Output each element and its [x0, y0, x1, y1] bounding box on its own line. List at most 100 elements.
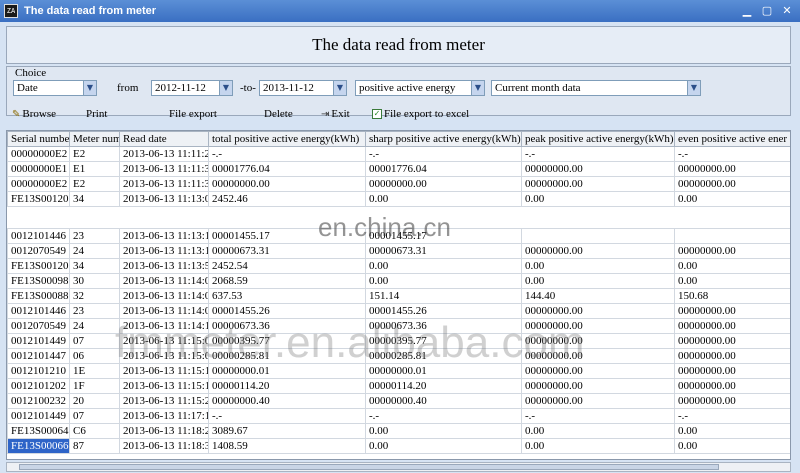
table-cell[interactable]: 0012101446: [7, 303, 70, 319]
table-cell[interactable]: 00000000.00: [674, 333, 790, 349]
table-cell[interactable]: 144.40: [521, 288, 675, 304]
table-cell[interactable]: 00000000.00: [521, 378, 675, 394]
table-cell[interactable]: 2068.59: [208, 273, 366, 289]
table-cell[interactable]: 0012100232: [7, 393, 70, 409]
table-cell[interactable]: 2452.46: [208, 191, 366, 207]
table-cell[interactable]: 00000000.00: [521, 161, 675, 177]
column-header[interactable]: sharp positive active energy(kWh): [365, 131, 522, 147]
table-cell[interactable]: 0.00: [521, 273, 675, 289]
table-cell[interactable]: 2013-06-13 11:15:17: [119, 378, 209, 394]
table-cell[interactable]: -.-: [208, 146, 366, 162]
table-row[interactable]: FE13S00064 C6 2013-06-13 11:18:29 3089.67 0.…: [7, 423, 790, 439]
table-cell[interactable]: 3089.67: [208, 423, 366, 439]
table-cell[interactable]: FE13S00098: [7, 273, 70, 289]
checkbox-icon[interactable]: ✓: [372, 109, 382, 119]
table-cell[interactable]: 637.53: [208, 288, 366, 304]
table-cell[interactable]: 0.00: [365, 438, 522, 454]
table-cell[interactable]: 2013-06-13 11:15:21: [119, 393, 209, 409]
column-header[interactable]: Serial number: [7, 131, 70, 147]
table-cell[interactable]: 00000000.00: [674, 176, 790, 192]
table-cell[interactable]: 2013-06-13 11:13:03: [119, 191, 209, 207]
table-cell[interactable]: 00001455.26: [365, 303, 522, 319]
table-cell[interactable]: 34: [69, 258, 120, 274]
table-cell[interactable]: 00000000.00: [674, 348, 790, 364]
table-cell[interactable]: 2013-06-13 11:11:36: [119, 176, 209, 192]
table-cell[interactable]: 0012101449: [7, 408, 70, 424]
maximize-icon[interactable]: ▢: [758, 3, 776, 19]
table-cell[interactable]: 23: [69, 228, 120, 244]
table-cell[interactable]: FE13S00120: [7, 191, 70, 207]
table-cell[interactable]: 150.68: [674, 288, 790, 304]
table-cell[interactable]: 00000000.00: [521, 176, 675, 192]
table-row[interactable]: 00000000E2 E2 2013-06-13 11:11:36 00000000.…: [7, 176, 790, 192]
table-cell[interactable]: [521, 228, 675, 244]
table-cell[interactable]: 2013-06-13 11:17:10: [119, 408, 209, 424]
table-cell[interactable]: 32: [69, 288, 120, 304]
print-button[interactable]: Print: [86, 108, 107, 120]
exit-button[interactable]: ⇥ Exit: [321, 108, 350, 120]
table-cell[interactable]: E1: [69, 161, 120, 177]
table-cell[interactable]: 00000000E2: [7, 176, 70, 192]
table-cell[interactable]: 00000000.00: [521, 393, 675, 409]
table-cell[interactable]: 2013-06-13 11:14:08: [119, 303, 209, 319]
table-cell[interactable]: 00000000.00: [674, 363, 790, 379]
table-cell[interactable]: 0.00: [365, 273, 522, 289]
table-cell[interactable]: 1E: [69, 363, 120, 379]
table-cell[interactable]: 00000000.00: [521, 243, 675, 259]
table-cell[interactable]: 2013-06-13 11:11:32: [119, 161, 209, 177]
file-export-button[interactable]: File export: [169, 108, 217, 120]
table-cell[interactable]: 0.00: [521, 438, 675, 454]
table-cell[interactable]: 00001776.04: [208, 161, 366, 177]
table-row[interactable]: 0012101202 1F 2013-06-13 11:15:17 00000114.…: [7, 378, 790, 394]
to-date-picker[interactable]: 2013-11-12 ▼: [259, 80, 347, 96]
table-cell[interactable]: 2013-06-13 11:11:27: [119, 146, 209, 162]
table-cell[interactable]: E2: [69, 146, 120, 162]
table-cell[interactable]: 2013-06-13 11:14:01: [119, 273, 209, 289]
table-cell[interactable]: 00001776.04: [365, 161, 522, 177]
table-cell[interactable]: 2013-06-13 11:13:17: [119, 243, 209, 259]
table-cell[interactable]: 0.00: [674, 438, 790, 454]
table-cell[interactable]: -.-: [521, 408, 675, 424]
table-cell[interactable]: 00000114.20: [208, 378, 366, 394]
table-cell[interactable]: 23: [69, 303, 120, 319]
energy-type-select[interactable]: positive active energy ▼: [355, 80, 485, 96]
table-cell[interactable]: 34: [69, 191, 120, 207]
table-row[interactable]: 0012100232 20 2013-06-13 11:15:21 00000000.…: [7, 393, 790, 409]
export-excel-checkbox[interactable]: ✓ File export to excel: [372, 108, 469, 120]
table-cell[interactable]: -.-: [365, 408, 522, 424]
column-header[interactable]: Read date: [119, 131, 209, 147]
column-header[interactable]: even positive active ener: [674, 131, 790, 147]
table-cell[interactable]: -.-: [674, 146, 790, 162]
table-cell[interactable]: 00000000.00: [674, 303, 790, 319]
table-cell[interactable]: 00000000.00: [674, 378, 790, 394]
table-cell[interactable]: 30: [69, 273, 120, 289]
table-cell[interactable]: 00000000.00: [674, 393, 790, 409]
column-header[interactable]: Meter num: [69, 131, 120, 147]
table-cell[interactable]: 0.00: [365, 423, 522, 439]
table-row[interactable]: FE13S00098 30 2013-06-13 11:14:01 2068.59 0.…: [7, 273, 790, 289]
table-cell[interactable]: -.-: [674, 408, 790, 424]
table-row[interactable]: 0012101449 07 2013-06-13 11:17:10 -.- -.- -.-…: [7, 408, 790, 424]
table-cell[interactable]: 0012101449: [7, 333, 70, 349]
table-cell[interactable]: 00000000.00: [674, 161, 790, 177]
chevron-down-icon[interactable]: ▼: [83, 81, 96, 95]
table-cell[interactable]: 06: [69, 348, 120, 364]
table-cell[interactable]: FE13S00088: [7, 288, 70, 304]
table-row[interactable]: FE13S00066 87 2013-06-13 11:18:36 1408.59 0.…: [7, 438, 790, 454]
table-cell[interactable]: 2452.54: [208, 258, 366, 274]
table-cell[interactable]: 24: [69, 318, 120, 334]
table-cell[interactable]: 00000673.31: [208, 243, 366, 259]
table-cell[interactable]: 00000000.00: [521, 303, 675, 319]
table-cell[interactable]: 00000000.40: [208, 393, 366, 409]
table-cell[interactable]: 0.00: [674, 273, 790, 289]
table-cell[interactable]: 00000000.00: [674, 243, 790, 259]
table-cell[interactable]: 0.00: [521, 191, 675, 207]
table-cell[interactable]: 1408.59: [208, 438, 366, 454]
chevron-down-icon[interactable]: ▼: [687, 81, 700, 95]
table-cell[interactable]: 0012101202: [7, 378, 70, 394]
table-cell[interactable]: 0.00: [521, 423, 675, 439]
table-row[interactable]: FE13S00120 34 2013-06-13 11:13:03 2452.46 0.…: [7, 191, 790, 207]
table-row[interactable]: 0012070549 24 2013-06-13 11:13:17 00000673.…: [7, 243, 790, 259]
minimize-icon[interactable]: ▁: [738, 3, 756, 19]
table-cell[interactable]: FE13S00064: [7, 423, 70, 439]
